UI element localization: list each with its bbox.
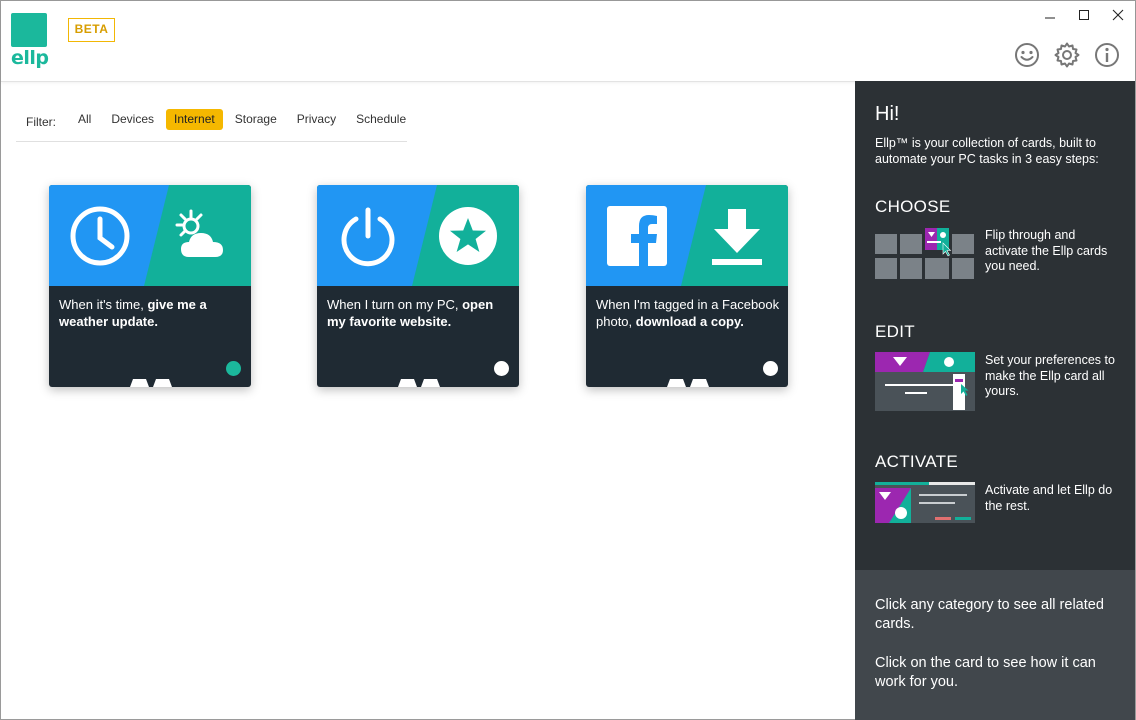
hint-card: Click on the card to see how it can work…	[875, 655, 1096, 690]
card-header	[317, 185, 519, 286]
logo-mark	[11, 13, 47, 47]
help-panel: Hi! Ellp™ is your collection of cards, b…	[855, 81, 1135, 570]
filter-bar: Filter: All Devices Internet Storage Pri…	[16, 109, 407, 142]
filter-label: Filter:	[26, 115, 56, 129]
card-facebook-download[interactable]: When I'm tagged in a Facebook photo, dow…	[586, 185, 788, 387]
card-header	[586, 185, 788, 286]
maximize-icon	[1079, 10, 1089, 20]
info-icon	[1095, 43, 1119, 67]
card-text-bold: download a copy.	[635, 314, 744, 329]
filter-internet[interactable]: Internet	[166, 109, 223, 130]
step-edit-desc: Set your preferences to make the Ellp ca…	[985, 353, 1115, 398]
ellp-logo: ellp	[11, 13, 49, 69]
filter-storage[interactable]: Storage	[227, 109, 285, 130]
card-header	[49, 185, 251, 286]
filter-schedule[interactable]: Schedule	[348, 109, 414, 130]
hint-category: Click any category to see all related ca…	[875, 597, 1104, 632]
window-controls	[1033, 1, 1135, 31]
help-panel-footer: Click any category to see all related ca…	[855, 570, 1135, 720]
panel-intro: Ellp™ is your collection of cards, built…	[875, 136, 1099, 166]
beta-badge: BETA	[68, 18, 115, 42]
download-icon	[712, 209, 762, 265]
maximize-button[interactable]	[1067, 1, 1101, 29]
card-status-dot[interactable]	[226, 361, 241, 376]
card-tabs	[398, 379, 440, 387]
step-activate-desc: Activate and let Ellp do the rest.	[985, 483, 1113, 513]
card-description: When I turn on my PC, open my favorite w…	[327, 296, 511, 330]
card-tabs	[667, 379, 709, 387]
settings-button[interactable]	[1053, 41, 1081, 69]
smiley-icon	[1015, 43, 1039, 67]
card-description: When I'm tagged in a Facebook photo, dow…	[596, 296, 780, 330]
info-button[interactable]	[1093, 41, 1121, 69]
minimize-button[interactable]	[1033, 1, 1067, 29]
choose-illustration	[875, 228, 974, 279]
step-choose-title: CHOOSE	[875, 197, 951, 216]
minimize-icon	[1045, 17, 1055, 19]
card-website[interactable]: When I turn on my PC, open my favorite w…	[317, 185, 519, 387]
weather-icon	[175, 209, 223, 257]
clock-icon	[70, 206, 130, 266]
feedback-button[interactable]	[1013, 41, 1041, 69]
filter-devices[interactable]: Devices	[103, 109, 162, 130]
card-text-plain: When it's time,	[59, 297, 148, 312]
step-choose-desc: Flip through and activate the Ellp cards…	[985, 228, 1108, 273]
step-activate-title: ACTIVATE	[875, 452, 959, 471]
activate-illustration	[875, 482, 975, 523]
card-text-plain: When I turn on my PC,	[327, 297, 463, 312]
panel-greeting: Hi!	[875, 103, 900, 125]
gear-icon	[1054, 42, 1080, 68]
edit-illustration	[875, 352, 975, 411]
card-status-dot[interactable]	[763, 361, 778, 376]
star-icon	[439, 207, 497, 265]
power-icon	[341, 207, 395, 267]
facebook-icon	[607, 206, 667, 266]
header-actions	[1013, 41, 1121, 69]
logo-text: ellp	[11, 47, 49, 69]
header: ellp BETA	[1, 1, 1135, 82]
filter-all[interactable]: All	[70, 109, 99, 130]
filter-privacy[interactable]: Privacy	[289, 109, 344, 130]
close-icon	[1112, 9, 1124, 21]
step-edit-title: EDIT	[875, 322, 915, 341]
close-button[interactable]	[1101, 1, 1135, 29]
card-description: When it's time, give me a weather update…	[59, 296, 243, 330]
card-tabs	[130, 379, 172, 387]
card-status-dot[interactable]	[494, 361, 509, 376]
card-weather[interactable]: When it's time, give me a weather update…	[49, 185, 251, 387]
